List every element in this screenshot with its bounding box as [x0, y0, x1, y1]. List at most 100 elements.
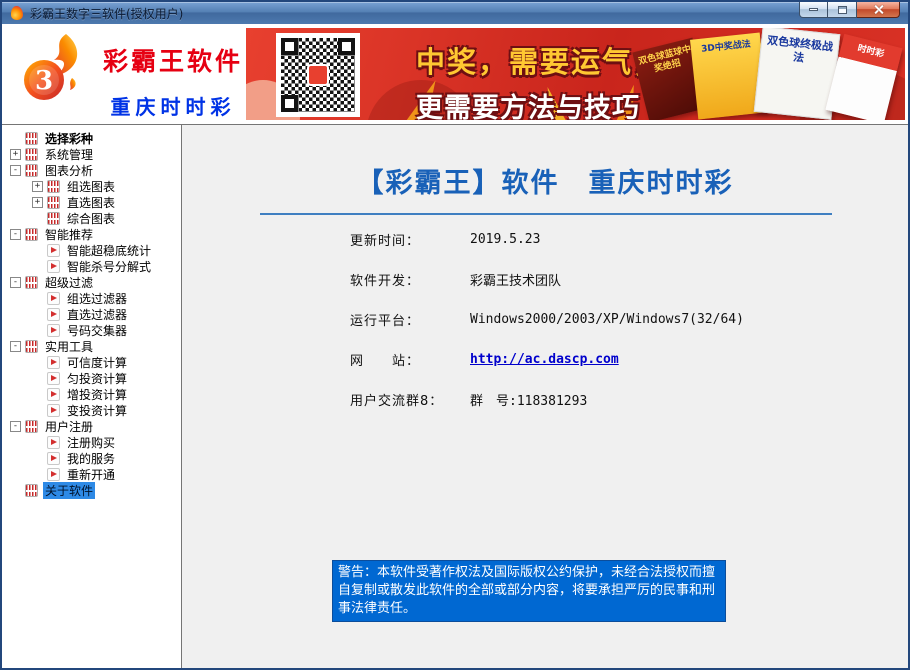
app-window: 彩霸王数字三软件(授权用户) 3 彩霸王软件 重庆时	[0, 0, 910, 670]
maximize-button[interactable]	[828, 2, 857, 18]
tree-item[interactable]: - 实用工具	[2, 338, 181, 354]
expand-toggle-icon[interactable]: -	[10, 421, 21, 432]
tree-item[interactable]: 智能超稳底统计	[2, 242, 181, 258]
qr-logo-icon	[307, 64, 329, 86]
website-link[interactable]: http://ac.dascp.com	[470, 352, 619, 367]
arrow-icon	[47, 372, 60, 385]
tree-item[interactable]: - 图表分析	[2, 162, 181, 178]
tree-item-label: 直选过滤器	[65, 306, 129, 323]
qr-code[interactable]	[276, 33, 360, 117]
tree-item[interactable]: + 直选图表	[2, 194, 181, 210]
tree-item-label: 增投资计算	[65, 386, 129, 403]
expand-toggle-icon[interactable]: -	[10, 341, 21, 352]
tree-item[interactable]: 重新开通	[2, 466, 181, 482]
tree-item-label: 重新开通	[65, 466, 117, 483]
info-label: 网 站：	[350, 350, 470, 369]
info-value: 2019.5.23	[470, 232, 540, 247]
tree-item-label: 匀投资计算	[65, 370, 129, 387]
expand-toggle-icon[interactable]: +	[10, 149, 21, 160]
ad-banner[interactable]: 中奖，需要运气， 更需要方法与技巧 双色球蓝球中奖绝招 3D中奖战法 双色球终极…	[246, 28, 905, 120]
tree-item[interactable]: - 超级过滤	[2, 274, 181, 290]
banner-books: 双色球蓝球中奖绝招 3D中奖战法 双色球终极战法 时时彩	[638, 28, 904, 120]
tree-item-label: 智能超稳底统计	[65, 242, 153, 259]
brand-block: 彩霸王软件 重庆时时彩	[94, 42, 252, 120]
tree-item-label: 组选图表	[65, 178, 117, 195]
expand-toggle-icon[interactable]: +	[32, 181, 43, 192]
tree-item-label: 号码交集器	[65, 322, 129, 339]
info-row-developer: 软件开发： 彩霸王技术团队	[350, 270, 744, 288]
tree-item[interactable]: 智能杀号分解式	[2, 258, 181, 274]
grid-icon	[25, 420, 38, 433]
grid-icon	[25, 164, 38, 177]
tree-item[interactable]: 号码交集器	[2, 322, 181, 338]
tree-item[interactable]: 我的服务	[2, 450, 181, 466]
expand-toggle-icon[interactable]: -	[10, 277, 21, 288]
header: 3 彩霸王软件 重庆时时彩 中奖，需要运气，	[2, 24, 908, 124]
grid-icon	[25, 228, 38, 241]
tree-item-label: 实用工具	[43, 338, 95, 355]
tree-item-label: 注册购买	[65, 434, 117, 451]
info-label: 运行平台：	[350, 310, 470, 329]
info-row-qq-group: 用户交流群8： 群 号:118381293	[350, 390, 744, 408]
tree-item-label: 组选过滤器	[65, 290, 129, 307]
tree-item[interactable]: 变投资计算	[2, 402, 181, 418]
tree-item-label: 图表分析	[43, 162, 95, 179]
title-divider	[260, 213, 832, 215]
tree-item[interactable]: 选择彩种	[2, 130, 181, 146]
info-value: 群 号:118381293	[470, 390, 587, 409]
tree-item[interactable]: 增投资计算	[2, 386, 181, 402]
info-value: Windows2000/2003/XP/Windows7(32/64)	[470, 312, 744, 327]
grid-icon	[25, 484, 38, 497]
tree-item[interactable]: + 组选图表	[2, 178, 181, 194]
tree-item-label: 智能推荐	[43, 226, 95, 243]
tree-item-label: 选择彩种	[43, 130, 95, 147]
minimize-icon	[809, 8, 818, 11]
brand-subtitle: 重庆时时彩	[94, 91, 252, 120]
qr-finder-icon	[281, 95, 298, 112]
tree-item[interactable]: 匀投资计算	[2, 370, 181, 386]
tree-item-label: 用户注册	[43, 418, 95, 435]
expand-toggle-icon[interactable]: -	[10, 229, 21, 240]
arrow-icon	[47, 468, 60, 481]
arrow-icon	[47, 308, 60, 321]
tree-item[interactable]: 综合图表	[2, 210, 181, 226]
tree-item-label: 智能杀号分解式	[65, 258, 153, 275]
tree-item[interactable]: - 用户注册	[2, 418, 181, 434]
banner-slogan: 中奖，需要运气， 更需要方法与技巧	[416, 39, 664, 120]
arrow-icon	[47, 404, 60, 417]
brand-flame-logo: 3	[14, 32, 92, 114]
expand-toggle-icon[interactable]: -	[10, 165, 21, 176]
tree-item[interactable]: 关于软件	[2, 482, 181, 498]
close-button[interactable]	[857, 2, 900, 18]
qr-finder-icon	[338, 38, 355, 55]
arrow-icon	[47, 388, 60, 401]
title-bar: 彩霸王数字三软件(授权用户)	[2, 2, 908, 24]
info-label: 更新时间：	[350, 230, 470, 249]
minimize-button[interactable]	[799, 2, 828, 18]
arrow-icon	[47, 292, 60, 305]
grid-icon	[25, 340, 38, 353]
maximize-icon	[838, 6, 847, 14]
svg-text:3: 3	[35, 66, 53, 96]
window-controls	[799, 2, 900, 18]
info-row-website: 网 站： http://ac.dascp.com	[350, 350, 744, 368]
tree-item-label: 直选图表	[65, 194, 117, 211]
tree-item[interactable]: + 系统管理	[2, 146, 181, 162]
sidebar-tree: 选择彩种 + 系统管理 - 图表分析 + 组选图表 + 直选图表 综合图表 - …	[2, 125, 182, 668]
info-list: 更新时间： 2019.5.23 软件开发： 彩霸王技术团队 运行平台： Wind…	[350, 230, 744, 430]
tree-item[interactable]: 组选过滤器	[2, 290, 181, 306]
arrow-icon	[47, 324, 60, 337]
arrow-icon	[47, 356, 60, 369]
grid-icon	[47, 180, 60, 193]
arrow-icon	[47, 452, 60, 465]
tree-item[interactable]: - 智能推荐	[2, 226, 181, 242]
window-title: 彩霸王数字三软件(授权用户)	[30, 5, 183, 22]
tree-item[interactable]: 注册购买	[2, 434, 181, 450]
slogan-line-2: 更需要方法与技巧	[416, 86, 664, 120]
grid-icon	[25, 276, 38, 289]
expand-toggle-icon[interactable]: +	[32, 197, 43, 208]
info-row-update-time: 更新时间： 2019.5.23	[350, 230, 744, 248]
info-row-platform: 运行平台： Windows2000/2003/XP/Windows7(32/64…	[350, 310, 744, 328]
tree-item[interactable]: 可信度计算	[2, 354, 181, 370]
tree-item[interactable]: 直选过滤器	[2, 306, 181, 322]
